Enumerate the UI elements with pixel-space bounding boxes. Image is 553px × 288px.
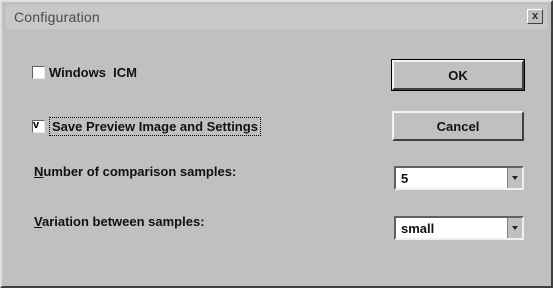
cancel-button-label: Cancel: [436, 118, 480, 134]
variation-text: ariation between samples:: [41, 214, 205, 229]
windows-icm-label: Windows ICM: [49, 65, 137, 80]
comparison-samples-value: 5: [401, 171, 409, 186]
comparison-samples-select[interactable]: 5: [394, 166, 524, 190]
variation-value: small: [401, 221, 435, 236]
comparison-samples-dropdown-button[interactable]: [507, 168, 522, 188]
windows-icm-checkbox[interactable]: [32, 66, 45, 79]
variation-dropdown-button[interactable]: [507, 218, 522, 238]
ok-button[interactable]: OK: [391, 59, 525, 91]
comparison-samples-label: Number of comparison samples:: [34, 164, 236, 179]
save-preview-checkbox[interactable]: v: [32, 119, 45, 133]
chevron-down-icon: [512, 226, 518, 230]
checkmark-icon: v: [33, 119, 40, 131]
variation-select[interactable]: small: [394, 216, 524, 240]
comparison-samples-text: umber of comparison samples:: [43, 164, 237, 179]
cancel-button[interactable]: Cancel: [392, 111, 524, 141]
window-title: Configuration: [14, 9, 100, 25]
save-preview-option[interactable]: v Save Preview Image and Settings: [32, 117, 261, 136]
variation-label: Variation between samples:: [34, 214, 205, 229]
save-preview-label: Save Preview Image and Settings: [49, 117, 261, 136]
title-bar[interactable]: Configuration x: [6, 5, 547, 29]
windows-icm-option[interactable]: Windows ICM: [32, 65, 137, 80]
variation-accel: V: [34, 214, 42, 229]
close-button[interactable]: x: [527, 9, 543, 24]
close-icon: x: [531, 10, 539, 22]
chevron-down-icon: [512, 176, 518, 180]
configuration-dialog: Configuration x Windows ICM v Save Previ…: [0, 0, 553, 288]
ok-button-label: OK: [448, 67, 468, 83]
comparison-samples-accel: N: [34, 164, 44, 179]
